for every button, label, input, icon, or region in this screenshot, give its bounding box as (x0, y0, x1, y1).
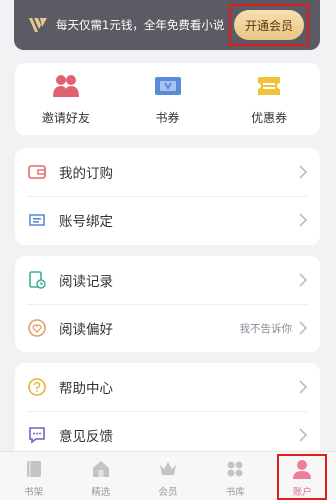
chevron-right-icon (299, 165, 308, 179)
vip-logo-icon (28, 17, 48, 33)
menu-label: 意见反馈 (59, 429, 113, 445)
vip-banner: 每天仅需1元钱，全年免费看小说 开通会员 (14, 0, 320, 50)
bookshelf-icon (23, 458, 45, 480)
menu-label: 我的订购 (59, 166, 113, 182)
wallet-icon (27, 162, 47, 182)
tab-label: 书架 (24, 487, 44, 498)
tab-bookshelf[interactable]: 书架 (0, 452, 67, 500)
open-membership-button[interactable]: 开通会员 (234, 10, 304, 40)
home-icon (90, 458, 112, 480)
vip-button-highlight: 开通会员 (229, 4, 309, 46)
preference-hint: 我不告诉你 (239, 322, 293, 335)
menu-item-reading-history[interactable]: 阅读记录 (15, 256, 320, 304)
tab-label: 会员 (158, 487, 178, 498)
id-card-icon (27, 210, 47, 230)
menu-item-account-binding[interactable]: 账号绑定 (15, 196, 320, 244)
shortcut-invite-friends[interactable]: 邀请好友 (15, 63, 117, 135)
shortcut-label: 优惠券 (251, 111, 288, 125)
chevron-right-icon (299, 428, 308, 442)
help-icon (27, 377, 47, 397)
book-coupon-icon (154, 72, 182, 100)
menu-item-reading-preference[interactable]: 阅读偏好 我不告诉你 (15, 304, 320, 352)
tab-membership[interactable]: 会员 (134, 452, 201, 500)
tab-label: 精选 (91, 487, 111, 498)
bottom-tab-bar: 书架 精选 会员 书库 账户 (0, 451, 336, 500)
tab-library[interactable]: 书库 (202, 452, 269, 500)
discount-coupon-icon (255, 72, 283, 100)
account-tab-highlight (276, 454, 327, 500)
menu-label: 账号绑定 (59, 214, 113, 230)
feedback-icon (27, 425, 47, 445)
heart-icon (27, 318, 47, 338)
chevron-right-icon (299, 321, 308, 335)
menu-group-support: 帮助中心 意见反馈 (15, 363, 320, 459)
shortcut-discount-coupon[interactable]: 优惠券 (218, 63, 320, 135)
menu-label: 帮助中心 (59, 381, 113, 397)
shortcut-label: 邀请好友 (41, 111, 90, 125)
tab-account[interactable]: 账户 (269, 452, 336, 500)
menu-item-my-orders[interactable]: 我的订购 (15, 148, 320, 196)
shortcuts-card: 邀请好友 书券 优惠券 (15, 63, 320, 135)
tab-label: 书库 (225, 487, 245, 498)
shortcut-label: 书券 (155, 111, 180, 125)
menu-item-help-center[interactable]: 帮助中心 (15, 363, 320, 411)
vip-slogan: 每天仅需1元钱，全年免费看小说 (56, 18, 225, 32)
tab-featured[interactable]: 精选 (67, 452, 134, 500)
menu-group-reading: 阅读记录 阅读偏好 我不告诉你 (15, 256, 320, 352)
invite-friends-icon (52, 72, 80, 100)
library-icon (224, 458, 246, 480)
chevron-right-icon (299, 273, 308, 287)
chevron-right-icon (299, 213, 308, 227)
menu-label: 阅读记录 (59, 274, 113, 290)
chevron-right-icon (299, 380, 308, 394)
crown-icon (157, 458, 179, 480)
reading-history-icon (27, 270, 47, 290)
menu-label: 阅读偏好 (59, 322, 113, 338)
shortcut-book-coupon[interactable]: 书券 (117, 63, 219, 135)
menu-group-account: 我的订购 账号绑定 (15, 148, 320, 245)
